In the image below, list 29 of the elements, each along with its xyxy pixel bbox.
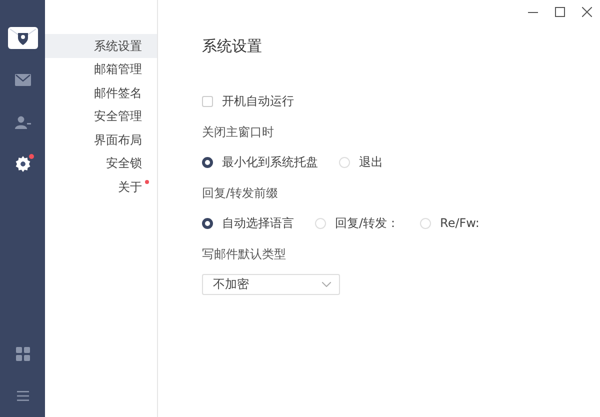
contact-icon[interactable] [14,116,30,128]
radio-label: Re/Fw: [440,215,480,232]
section-label: 回复/转发前缀 [202,184,278,202]
radio-label: 自动选择语言 [222,215,294,232]
radio-button[interactable] [202,156,213,168]
mail-icon[interactable] [14,74,30,86]
radio-label: 最小化到系统托盘 [222,154,318,172]
page-title: 系统设置 [202,36,263,57]
nav-item[interactable]: 邮件签名 [45,81,157,104]
nav-item[interactable]: 界面布局 [45,128,157,152]
nav-item[interactable]: 系统设置 [45,34,157,58]
chevron-icon [322,282,331,287]
checkbox[interactable] [202,96,213,107]
section-label: 写邮件默认类型 [202,246,286,263]
maximize-icon [554,7,564,17]
nav-item[interactable]: 安全锁 [45,152,157,175]
settings-icon[interactable] [14,156,30,172]
nav-item[interactable]: 邮箱管理 [45,58,157,81]
nav-item[interactable]: 关于 [45,175,157,198]
radio-label: 退出 [359,154,383,172]
grid-icon[interactable] [16,347,30,361]
nav-item[interactable]: 安全管理 [45,104,157,128]
dropdown[interactable]: 不加密 [202,274,340,295]
menu-icon[interactable] [16,391,28,401]
checkbox-label: 开机自动运行 [222,93,294,110]
section-label: 关闭主窗口时 [202,124,274,141]
close-icon [582,7,592,17]
radio-label: 回复/转发： [335,215,400,232]
radio-button[interactable] [202,218,213,229]
